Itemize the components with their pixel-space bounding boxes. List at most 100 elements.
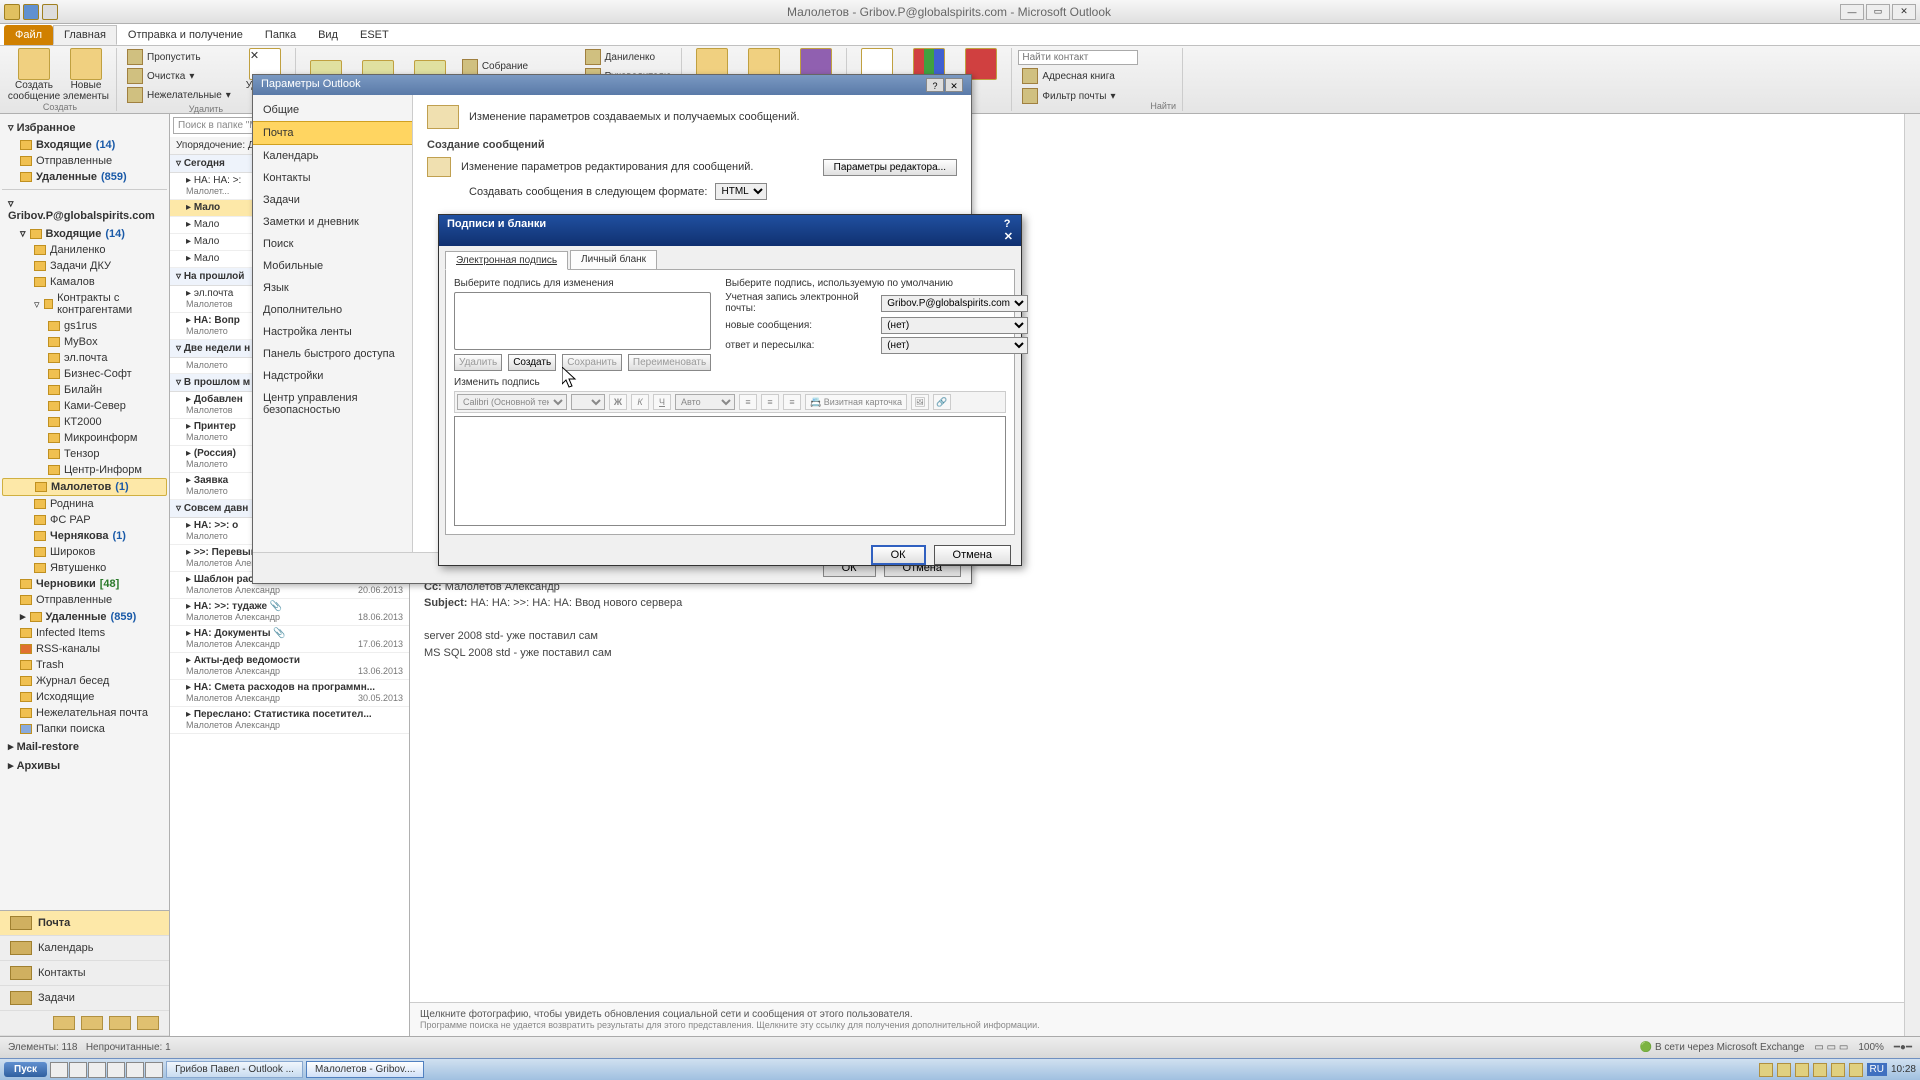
new-mail-button[interactable]: Создать сообщение bbox=[10, 48, 58, 102]
opt-nav-advanced[interactable]: Дополнительно bbox=[253, 299, 412, 321]
taskbar-item[interactable]: Малолетов - Gribov.... bbox=[306, 1061, 424, 1078]
folder-danilenko[interactable]: Даниленко bbox=[2, 242, 167, 258]
maximize-button[interactable]: ▭ bbox=[1866, 4, 1890, 20]
nav-tasks-button[interactable]: Задачи bbox=[0, 986, 169, 1011]
tab-esignature[interactable]: Электронная подпись bbox=[445, 251, 568, 270]
undo-icon[interactable] bbox=[42, 4, 58, 20]
folder-rodnina[interactable]: Роднина bbox=[2, 496, 167, 512]
opt-nav-notes[interactable]: Заметки и дневник bbox=[253, 211, 412, 233]
cleanup-button[interactable]: Очистка ▾ bbox=[123, 67, 235, 85]
folder-kamalov[interactable]: Камалов bbox=[2, 274, 167, 290]
folder-microinform[interactable]: Микроинформ bbox=[2, 430, 167, 446]
tab-stationery[interactable]: Личный бланк bbox=[570, 250, 657, 269]
msg-item[interactable]: ▸ Переслано: Статистика посетител...Мало… bbox=[170, 707, 409, 734]
close-button[interactable]: ✕ bbox=[945, 78, 963, 92]
bizcard-button[interactable]: 📇 Визитная карточка bbox=[805, 394, 907, 410]
outlook-icon[interactable] bbox=[4, 4, 20, 20]
folder-rss[interactable]: RSS-каналы bbox=[2, 641, 167, 657]
zoom-slider[interactable]: ━●━ bbox=[1894, 1042, 1912, 1053]
taskbar-item[interactable]: Грибов Павел - Outlook ... bbox=[166, 1061, 303, 1078]
folder-dku[interactable]: Задачи ДКУ bbox=[2, 258, 167, 274]
msg-item[interactable]: ▸ HA: Документы 📎Малолетов Александр17.0… bbox=[170, 626, 409, 653]
minimize-button[interactable]: — bbox=[1840, 4, 1864, 20]
opt-nav-contacts[interactable]: Контакты bbox=[253, 167, 412, 189]
ignore-button[interactable]: Пропустить bbox=[123, 48, 235, 66]
folder-journal[interactable]: Журнал бесед bbox=[2, 673, 167, 689]
meeting-button[interactable]: Собрание bbox=[458, 58, 577, 76]
start-button[interactable]: Пуск bbox=[4, 1062, 47, 1077]
nav-folders-icon[interactable] bbox=[81, 1016, 103, 1030]
opt-nav-general[interactable]: Общие bbox=[253, 99, 412, 121]
tray-icon[interactable] bbox=[1849, 1063, 1863, 1077]
tab-sendreceive[interactable]: Отправка и получение bbox=[117, 25, 254, 45]
folder-elpochta[interactable]: эл.почта bbox=[2, 350, 167, 366]
help-button[interactable]: ? bbox=[926, 78, 944, 92]
picture-button[interactable]: 🖼 bbox=[911, 394, 929, 410]
folder-bizsoft[interactable]: Бизнес-Софт bbox=[2, 366, 167, 382]
tray-icon[interactable] bbox=[1831, 1063, 1845, 1077]
ql-icon[interactable] bbox=[88, 1062, 106, 1078]
folder-kamisever[interactable]: Ками-Север bbox=[2, 398, 167, 414]
sig-titlebar[interactable]: Подписи и бланки ?✕ bbox=[439, 215, 1021, 246]
sig-ok-button[interactable]: ОК bbox=[871, 545, 926, 565]
underline-button[interactable]: Ч bbox=[653, 394, 671, 410]
view-buttons[interactable]: ▭ ▭ ▭ bbox=[1814, 1042, 1848, 1053]
opt-nav-mail[interactable]: Почта bbox=[253, 121, 412, 145]
fav-sent[interactable]: Отправленные bbox=[2, 153, 167, 169]
scrollbar[interactable] bbox=[1904, 114, 1920, 1036]
folder-mybox[interactable]: MyBox bbox=[2, 334, 167, 350]
msg-item[interactable]: ▸ Акты-деф ведомостиМалолетов Александр1… bbox=[170, 653, 409, 680]
sig-save-button[interactable]: Сохранить bbox=[562, 354, 622, 371]
quickstep-danilenko[interactable]: Даниленко bbox=[581, 48, 676, 66]
opt-nav-mobile[interactable]: Мобильные bbox=[253, 255, 412, 277]
folder-maloletov[interactable]: Малолетов (1) bbox=[2, 478, 167, 496]
opt-nav-calendar[interactable]: Календарь bbox=[253, 145, 412, 167]
sig-delete-button[interactable]: Удалить bbox=[454, 354, 502, 371]
bold-button[interactable]: Ж bbox=[609, 394, 627, 410]
folder-junk[interactable]: Нежелательная почта bbox=[2, 705, 167, 721]
tab-eset[interactable]: ESET bbox=[349, 25, 400, 45]
tab-home[interactable]: Главная bbox=[53, 25, 117, 45]
junk-button[interactable]: Нежелательные ▾ bbox=[123, 86, 235, 104]
folder-fsrar[interactable]: ФС РАР bbox=[2, 512, 167, 528]
nav-notes-icon[interactable] bbox=[53, 1016, 75, 1030]
close-button[interactable]: ✕ bbox=[1004, 230, 1013, 243]
align-right-button[interactable]: ≡ bbox=[783, 394, 801, 410]
address-book-button[interactable]: Адресная книга bbox=[1018, 67, 1138, 85]
new-items-button[interactable]: Новые элементы bbox=[62, 48, 110, 102]
folder-shirokov[interactable]: Широков bbox=[2, 544, 167, 560]
folder-deleted[interactable]: ▸ Удаленные (859) bbox=[2, 608, 167, 625]
tray-icon[interactable] bbox=[1813, 1063, 1827, 1077]
opt-nav-language[interactable]: Язык bbox=[253, 277, 412, 299]
ql-icon[interactable] bbox=[69, 1062, 87, 1078]
fav-deleted[interactable]: Удаленные (859) bbox=[2, 169, 167, 185]
newmsg-select[interactable]: (нет) bbox=[881, 317, 1028, 334]
fontsize-select[interactable] bbox=[571, 394, 605, 410]
sig-new-button[interactable]: Создать bbox=[508, 354, 556, 371]
italic-button[interactable]: К bbox=[631, 394, 649, 410]
folder-chernyakova[interactable]: Чернякова (1) bbox=[2, 528, 167, 544]
save-icon[interactable] bbox=[23, 4, 39, 20]
tray-icon[interactable] bbox=[1777, 1063, 1791, 1077]
folder-centerinform[interactable]: Центр-Информ bbox=[2, 462, 167, 478]
tab-file[interactable]: Файл bbox=[4, 25, 53, 45]
tab-folder[interactable]: Папка bbox=[254, 25, 307, 45]
opt-nav-trust[interactable]: Центр управления безопасностью bbox=[253, 387, 412, 421]
opt-nav-addins[interactable]: Надстройки bbox=[253, 365, 412, 387]
opt-nav-ribbon[interactable]: Настройка ленты bbox=[253, 321, 412, 343]
nav-shortcuts-icon[interactable] bbox=[109, 1016, 131, 1030]
folder-sent[interactable]: Отправленные bbox=[2, 592, 167, 608]
nav-calendar-button[interactable]: Календарь bbox=[0, 936, 169, 961]
msg-item[interactable]: ▸ HA: >>: тудаже 📎Малолетов Александр18.… bbox=[170, 599, 409, 626]
sig-cancel-button[interactable]: Отмена bbox=[934, 545, 1011, 565]
folder-bilain[interactable]: Билайн bbox=[2, 382, 167, 398]
tab-view[interactable]: Вид bbox=[307, 25, 349, 45]
folder-tree[interactable]: ▿ Избранное Входящие (14) Отправленные У… bbox=[0, 114, 169, 910]
nav-contacts-button[interactable]: Контакты bbox=[0, 961, 169, 986]
account-header[interactable]: ▿ Gribov.P@globalspirits.com bbox=[2, 194, 167, 225]
mailrestore-header[interactable]: ▸ Mail-restore bbox=[2, 737, 167, 756]
tray-icon[interactable] bbox=[1759, 1063, 1773, 1077]
folder-outbox[interactable]: Исходящие bbox=[2, 689, 167, 705]
close-button[interactable]: ✕ bbox=[1892, 4, 1916, 20]
find-contact-input[interactable] bbox=[1018, 50, 1138, 65]
